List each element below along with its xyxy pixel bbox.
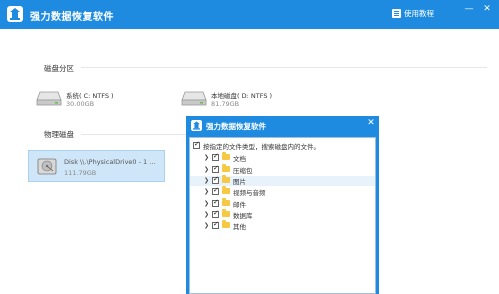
item-label: 文档 bbox=[233, 155, 246, 163]
folder-icon bbox=[222, 209, 230, 217]
file-type-dialog: 强力数据恢复软件 ✕ 按指定的文件类型，搜索磁盘内的文件。 ❯ 文档 ❯ 压缩包… bbox=[186, 116, 379, 294]
item-checkbox[interactable] bbox=[212, 186, 219, 195]
item-label: 邮件 bbox=[233, 201, 246, 209]
partitions-divider bbox=[81, 67, 487, 68]
partition-name: 本地磁盘( D: NTFS ) bbox=[211, 92, 273, 100]
tree-item-video-audio[interactable]: ❯ 视频与音频 bbox=[190, 186, 375, 197]
folder-icon bbox=[222, 220, 230, 228]
expand-arrow-icon[interactable]: ❯ bbox=[204, 166, 209, 173]
tutorial-icon bbox=[392, 9, 401, 18]
expand-arrow-icon[interactable]: ❯ bbox=[204, 154, 209, 161]
item-checkbox[interactable] bbox=[212, 198, 219, 207]
partitions-section-label: 磁盘分区 bbox=[44, 64, 74, 73]
item-label: 视频与音频 bbox=[233, 189, 266, 197]
item-label: 其他 bbox=[233, 223, 246, 231]
expand-arrow-icon[interactable]: ❯ bbox=[204, 211, 209, 218]
tree-item-images[interactable]: ❯ 图片 bbox=[190, 175, 375, 186]
item-label: 压缩包 bbox=[233, 167, 253, 175]
expand-arrow-icon[interactable]: ❯ bbox=[204, 200, 209, 207]
hard-drive-icon bbox=[36, 91, 62, 106]
expand-arrow-icon[interactable]: ❯ bbox=[204, 222, 209, 229]
file-type-tree: 按指定的文件类型，搜索磁盘内的文件。 ❯ 文档 ❯ 压缩包 ❯ 图片 ❯ 视频与… bbox=[189, 137, 376, 294]
partition-c[interactable]: 系统( C: NTFS ) 30.00GB bbox=[36, 88, 156, 110]
help-tutorial-label: 使用教程 bbox=[404, 9, 434, 18]
item-label: 数据库 bbox=[233, 212, 253, 220]
expand-arrow-icon[interactable]: ❯ bbox=[204, 188, 209, 195]
app-logo-icon bbox=[7, 6, 23, 22]
physical-drive-size: 111.79GB bbox=[64, 169, 97, 177]
item-checkbox[interactable] bbox=[212, 220, 219, 229]
item-checkbox[interactable] bbox=[212, 152, 219, 161]
tree-item-mail[interactable]: ❯ 邮件 bbox=[190, 198, 375, 209]
app-title: 强力数据恢复软件 bbox=[30, 12, 114, 23]
item-checkbox[interactable] bbox=[212, 175, 219, 184]
partition-size: 30.00GB bbox=[66, 100, 95, 108]
dialog-close-button[interactable]: ✕ bbox=[365, 118, 377, 128]
root-checkbox[interactable] bbox=[193, 140, 200, 149]
hard-drive-icon bbox=[181, 91, 207, 106]
root-label: 按指定的文件类型，搜索磁盘内的文件。 bbox=[203, 143, 320, 151]
partition-name: 系统( C: NTFS ) bbox=[66, 92, 114, 100]
partition-size: 81.79GB bbox=[211, 100, 240, 108]
partition-d[interactable]: 本地磁盘( D: NTFS ) 81.79GB bbox=[181, 88, 301, 110]
title-bar: 强力数据恢复软件 使用教程 — ✕ bbox=[0, 0, 499, 29]
item-checkbox[interactable] bbox=[212, 164, 219, 173]
folder-icon bbox=[222, 198, 230, 206]
tree-item-documents[interactable]: ❯ 文档 bbox=[190, 152, 375, 163]
help-tutorial-link[interactable]: 使用教程 bbox=[392, 8, 434, 19]
tree-item-database[interactable]: ❯ 数据库 bbox=[190, 209, 375, 220]
physical-divider bbox=[81, 134, 186, 135]
physical-section-label: 物理磁盘 bbox=[44, 130, 74, 139]
tree-item-archives[interactable]: ❯ 压缩包 bbox=[190, 164, 375, 175]
item-label: 图片 bbox=[233, 178, 246, 186]
hard-disk-icon bbox=[37, 158, 57, 175]
folder-icon bbox=[222, 175, 230, 183]
physical-drive-name: Disk \\.\PhysicalDrive0 - 1 ... bbox=[64, 158, 156, 166]
tree-item-other[interactable]: ❯ 其他 bbox=[190, 220, 375, 231]
dialog-title: 强力数据恢复软件 bbox=[206, 122, 266, 131]
folder-icon bbox=[222, 186, 230, 194]
minimize-button[interactable]: — bbox=[462, 3, 476, 15]
item-checkbox[interactable] bbox=[212, 209, 219, 218]
folder-icon bbox=[222, 164, 230, 172]
physical-drive-item[interactable]: Disk \\.\PhysicalDrive0 - 1 ... 111.79GB bbox=[28, 150, 165, 182]
close-button[interactable]: ✕ bbox=[480, 3, 494, 15]
folder-icon bbox=[222, 152, 230, 160]
tree-root-row[interactable]: 按指定的文件类型，搜索磁盘内的文件。 bbox=[190, 140, 375, 151]
expand-arrow-icon[interactable]: ❯ bbox=[204, 177, 209, 184]
dialog-logo-icon bbox=[191, 120, 202, 131]
